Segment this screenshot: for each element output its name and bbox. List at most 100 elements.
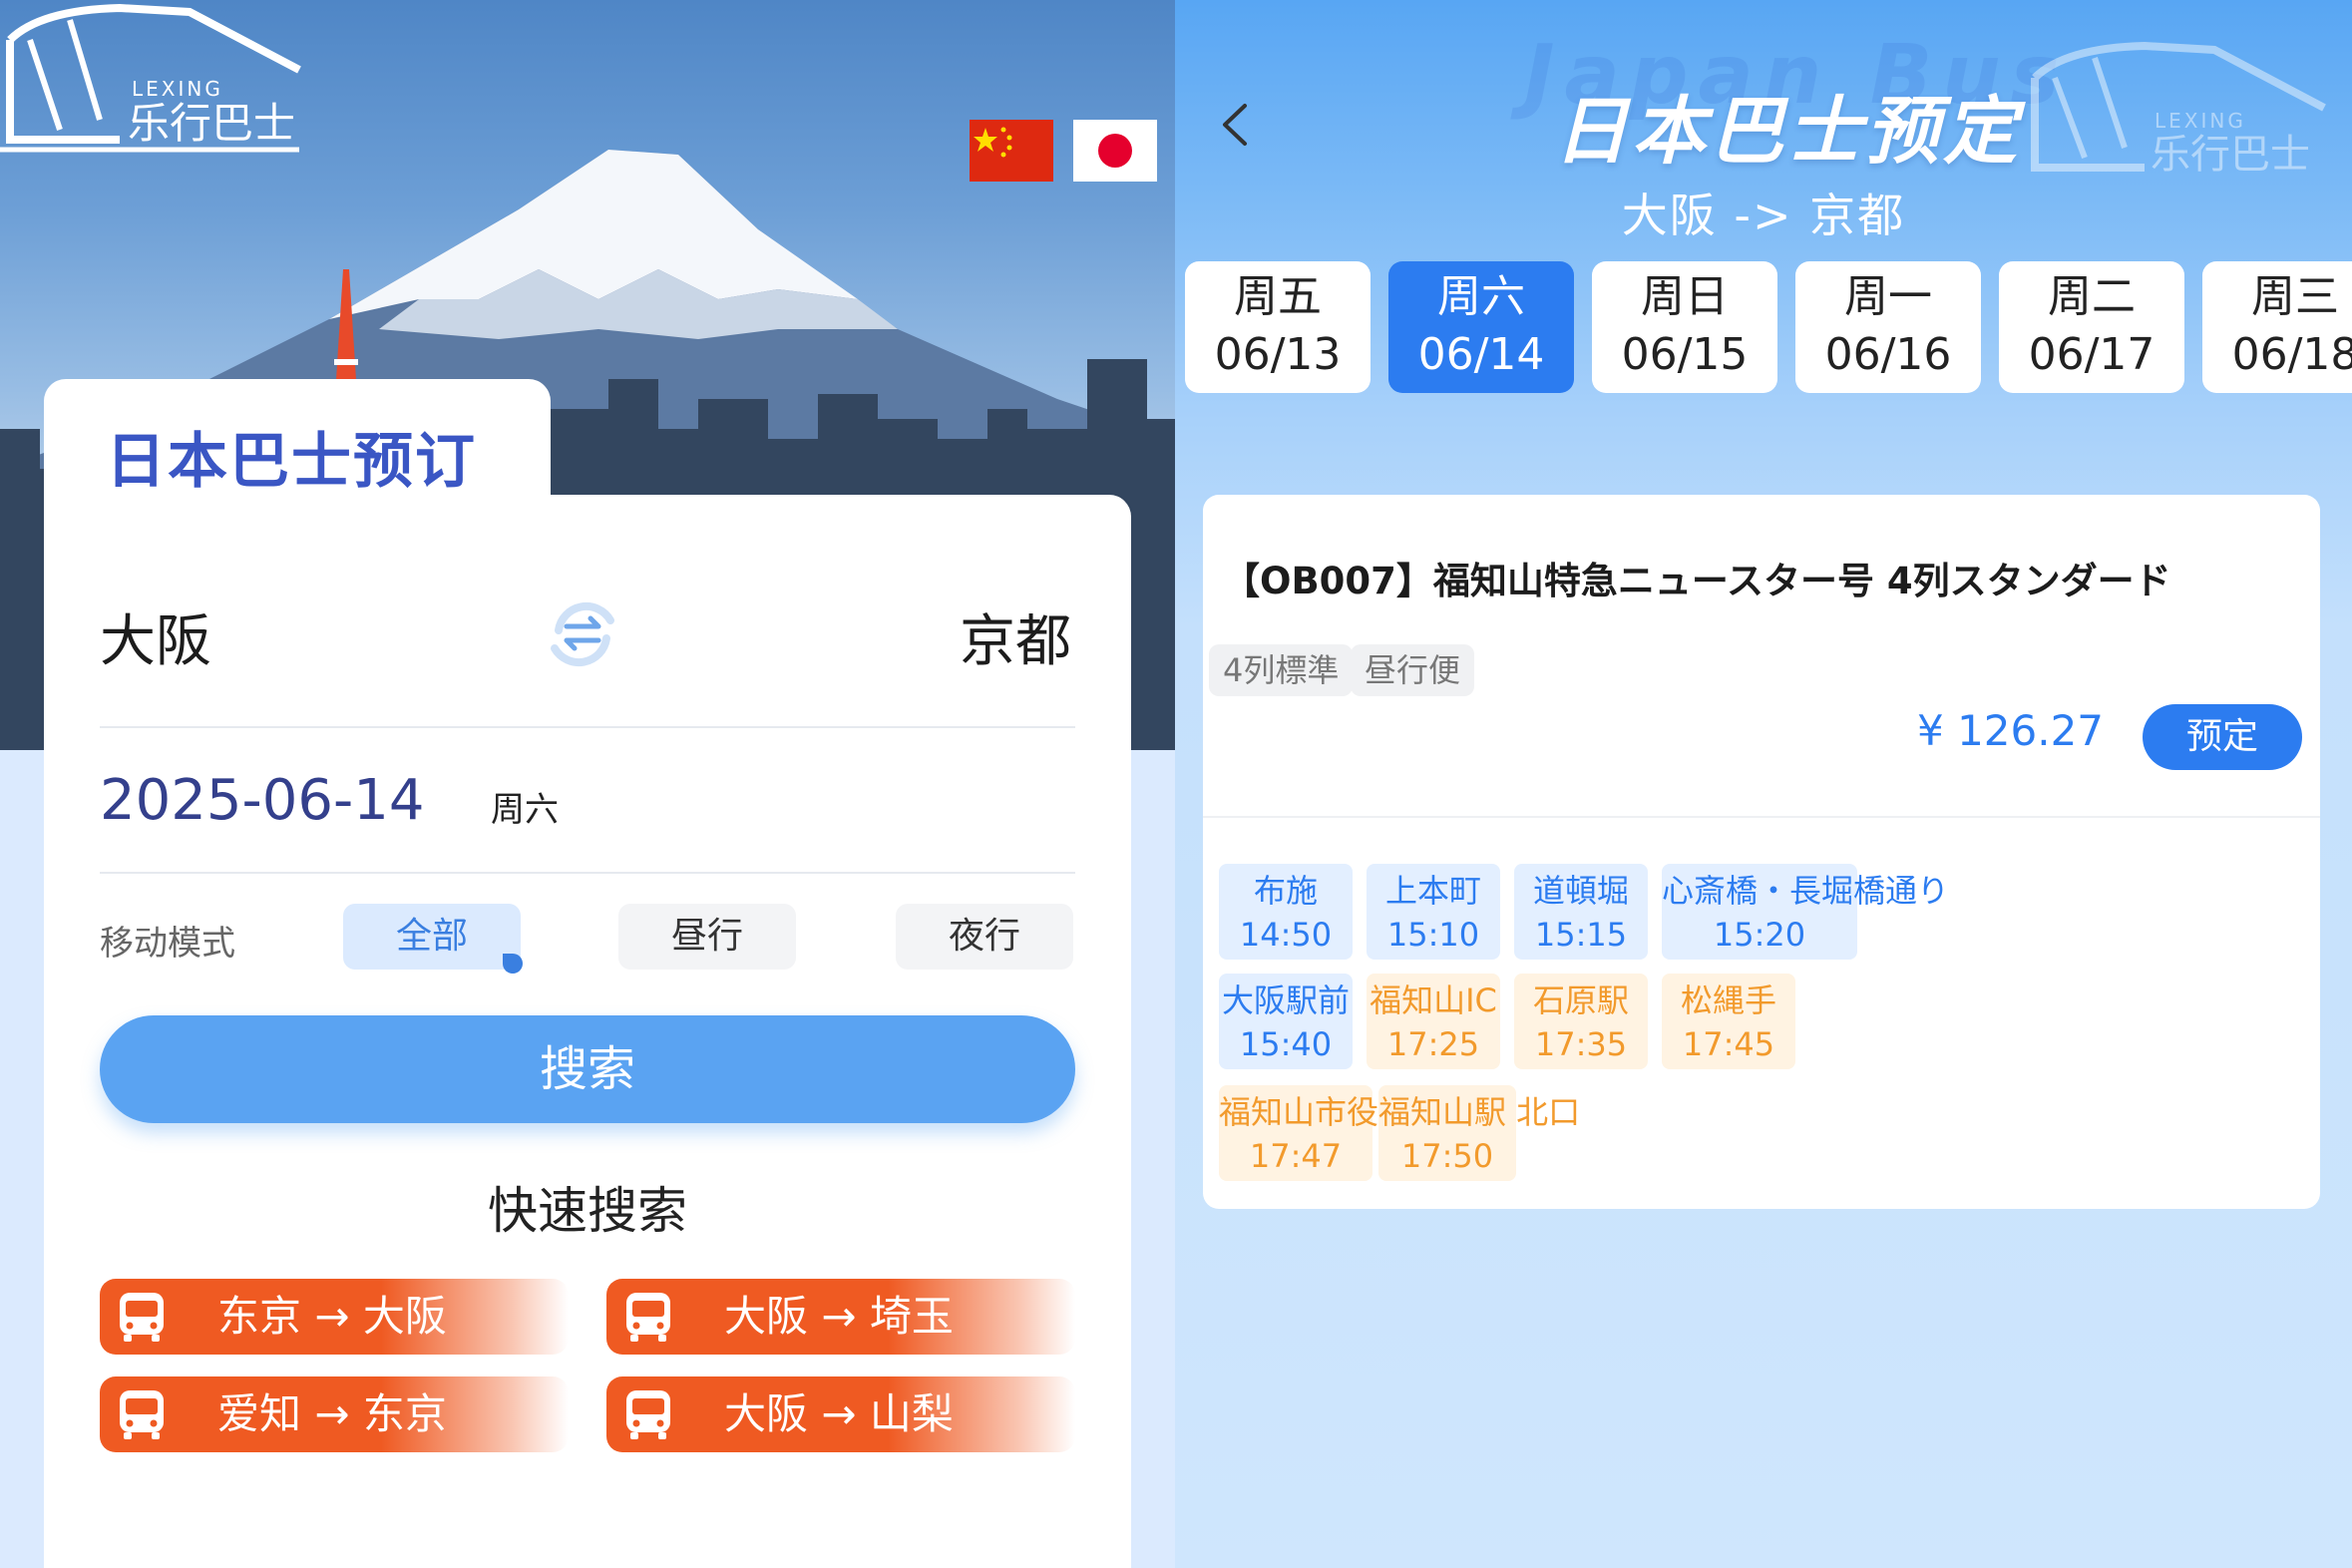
back-chevron-icon[interactable]	[1215, 100, 1255, 150]
day-tab-date: 06/15	[1621, 329, 1749, 380]
day-tab-weekday: 周日	[1641, 271, 1729, 322]
stop-time: 15:15	[1534, 916, 1628, 954]
day-tab-weekday: 周一	[1844, 271, 1932, 322]
swap-cities-icon[interactable]	[539, 590, 626, 678]
day-tab-date: 06/13	[1214, 329, 1342, 380]
stop-chip: 上本町 15:10	[1367, 864, 1500, 960]
mode-day-button[interactable]: 昼行	[618, 904, 796, 970]
divider	[100, 726, 1075, 728]
lexing-logo: LEXING 乐行巴士	[0, 3, 301, 153]
day-tab-date: 06/16	[1824, 329, 1952, 380]
quick-route-button[interactable]: 大阪 → 埼玉	[606, 1279, 1075, 1355]
stop-chip: 石原駅 17:35	[1514, 974, 1648, 1069]
mode-night-label: 夜行	[948, 916, 1020, 957]
svg-text:乐行巴士: 乐行巴士	[128, 99, 295, 148]
stop-name: 福知山IC	[1370, 981, 1497, 1019]
search-button[interactable]: 搜索	[100, 1015, 1075, 1123]
mode-all-label: 全部	[395, 916, 468, 957]
quick-route-label: 爱知 → 东京	[217, 1389, 447, 1438]
bus-icon	[120, 1293, 164, 1342]
quick-search-title: 快速搜索	[488, 1182, 687, 1240]
stop-name: 上本町	[1384, 872, 1481, 910]
stop-time: 15:10	[1386, 916, 1480, 954]
results-screen: Japan Bus LEXING 乐行巴士 日本巴士预定 大阪 -> 京都 周五…	[1175, 0, 2352, 1568]
book-button[interactable]: 预定	[2143, 704, 2302, 770]
stop-time: 17:50	[1400, 1137, 1494, 1175]
day-tab-weekday: 周三	[2251, 271, 2339, 322]
service-type-tag: 昼行便	[1351, 644, 1475, 696]
day-tab[interactable]: 周五 06/13	[1185, 261, 1371, 393]
from-city[interactable]: 大阪	[100, 596, 211, 677]
route-subtitle: 大阪 -> 京都	[1621, 189, 1906, 242]
seat-type-tag: 4列標準	[1209, 644, 1354, 696]
divider	[1203, 816, 2320, 818]
stop-time: 15:20	[1713, 916, 1806, 954]
stop-chip: 福知山市役所前 17:47	[1219, 1085, 1443, 1181]
mode-night-button[interactable]: 夜行	[896, 904, 1073, 970]
svg-text:LEXING: LEXING	[132, 77, 223, 101]
stop-time: 17:47	[1249, 1137, 1343, 1175]
japan-flag-icon	[1098, 134, 1132, 168]
trip-card: 【OB007】福知山特急ニュースター号 4列スタンダード 4列標準 昼行便 ¥ …	[1203, 495, 2320, 1209]
stop-name: 布施	[1253, 872, 1318, 910]
selected-corner-icon	[503, 954, 523, 974]
day-tab[interactable]: 周二 06/17	[1999, 261, 2184, 393]
day-tab[interactable]: 周日 06/15	[1592, 261, 1777, 393]
quick-route-button[interactable]: 东京 → 大阪	[100, 1279, 569, 1355]
bus-icon	[120, 1390, 164, 1439]
stop-name: 石原駅	[1532, 981, 1629, 1019]
svg-text:LEXING: LEXING	[2155, 109, 2246, 133]
quick-route-button[interactable]: 大阪 → 山梨	[606, 1376, 1075, 1452]
svg-text:乐行巴士: 乐行巴士	[2151, 132, 2310, 178]
stop-chip: 道頓堀 15:15	[1514, 864, 1648, 960]
day-tab[interactable]: 周一 06/16	[1795, 261, 1981, 393]
day-tab-weekday: 周六	[1437, 271, 1525, 322]
stop-time: 15:40	[1239, 1025, 1333, 1063]
stop-name: 心斎橋・長堀橋通り	[1662, 872, 1950, 910]
china-flag-button[interactable]	[970, 120, 1053, 182]
stop-name: 松縄手	[1680, 981, 1776, 1019]
bus-icon	[626, 1390, 670, 1439]
stop-chip: 大阪駅前 15:40	[1219, 974, 1353, 1069]
mode-day-label: 昼行	[670, 916, 743, 957]
stop-chip: 布施 14:50	[1219, 864, 1353, 960]
stop-chip: 心斎橋・長堀橋通り 15:20	[1662, 864, 1950, 960]
quick-route-button[interactable]: 爱知 → 东京	[100, 1376, 569, 1452]
day-tab-weekday: 周二	[2048, 271, 2136, 322]
stop-time: 14:50	[1239, 916, 1333, 954]
stop-time: 17:35	[1534, 1025, 1628, 1063]
page-title: 日本巴士预定	[1554, 89, 2021, 175]
trip-title: 【OB007】福知山特急ニュースター号 4列スタンダード	[1223, 560, 2171, 602]
quick-route-label: 东京 → 大阪	[217, 1292, 447, 1341]
travel-weekday: 周六	[491, 790, 559, 830]
japan-flag-button[interactable]	[1073, 120, 1157, 182]
trip-price: ¥ 126.27	[1917, 706, 2105, 755]
mode-label: 移动模式	[100, 924, 235, 964]
day-tab-date: 06/17	[2028, 329, 2156, 380]
stop-chip: 松縄手 17:45	[1662, 974, 1795, 1069]
travel-date[interactable]: 2025-06-14	[100, 768, 424, 833]
stop-name: 道頓堀	[1532, 872, 1629, 910]
day-tab-date: 06/14	[1417, 329, 1545, 380]
stop-time: 17:25	[1386, 1025, 1480, 1063]
day-tab-selected[interactable]: 周六 06/14	[1388, 261, 1574, 393]
day-tab-date: 06/18	[2231, 329, 2352, 380]
lexing-logo: LEXING 乐行巴士	[2031, 41, 2326, 178]
quick-route-label: 大阪 → 埼玉	[724, 1292, 954, 1341]
bus-icon	[626, 1293, 670, 1342]
stop-chip: 福知山IC 17:25	[1367, 974, 1500, 1069]
card-title: 日本巴士预订	[106, 427, 477, 497]
stop-name: 福知山駅 北口	[1378, 1093, 1581, 1131]
day-tab[interactable]: 周三 06/18	[2202, 261, 2352, 393]
search-screen: LEXING 乐行巴士 日本巴士预订 大阪 京都 2025-06-14 周六 移…	[0, 0, 1175, 1568]
stop-name: 大阪駅前	[1221, 981, 1350, 1019]
stop-chip: 福知山駅 北口 17:50	[1378, 1085, 1581, 1181]
stop-time: 17:45	[1682, 1025, 1775, 1063]
stop-name: 福知山市役所前	[1219, 1093, 1443, 1131]
quick-route-label: 大阪 → 山梨	[724, 1389, 954, 1438]
divider	[100, 872, 1075, 874]
to-city[interactable]: 京都	[960, 596, 1071, 677]
mode-all-button[interactable]: 全部	[343, 904, 523, 974]
day-tab-weekday: 周五	[1234, 271, 1322, 322]
china-flag-icon	[974, 127, 1012, 158]
